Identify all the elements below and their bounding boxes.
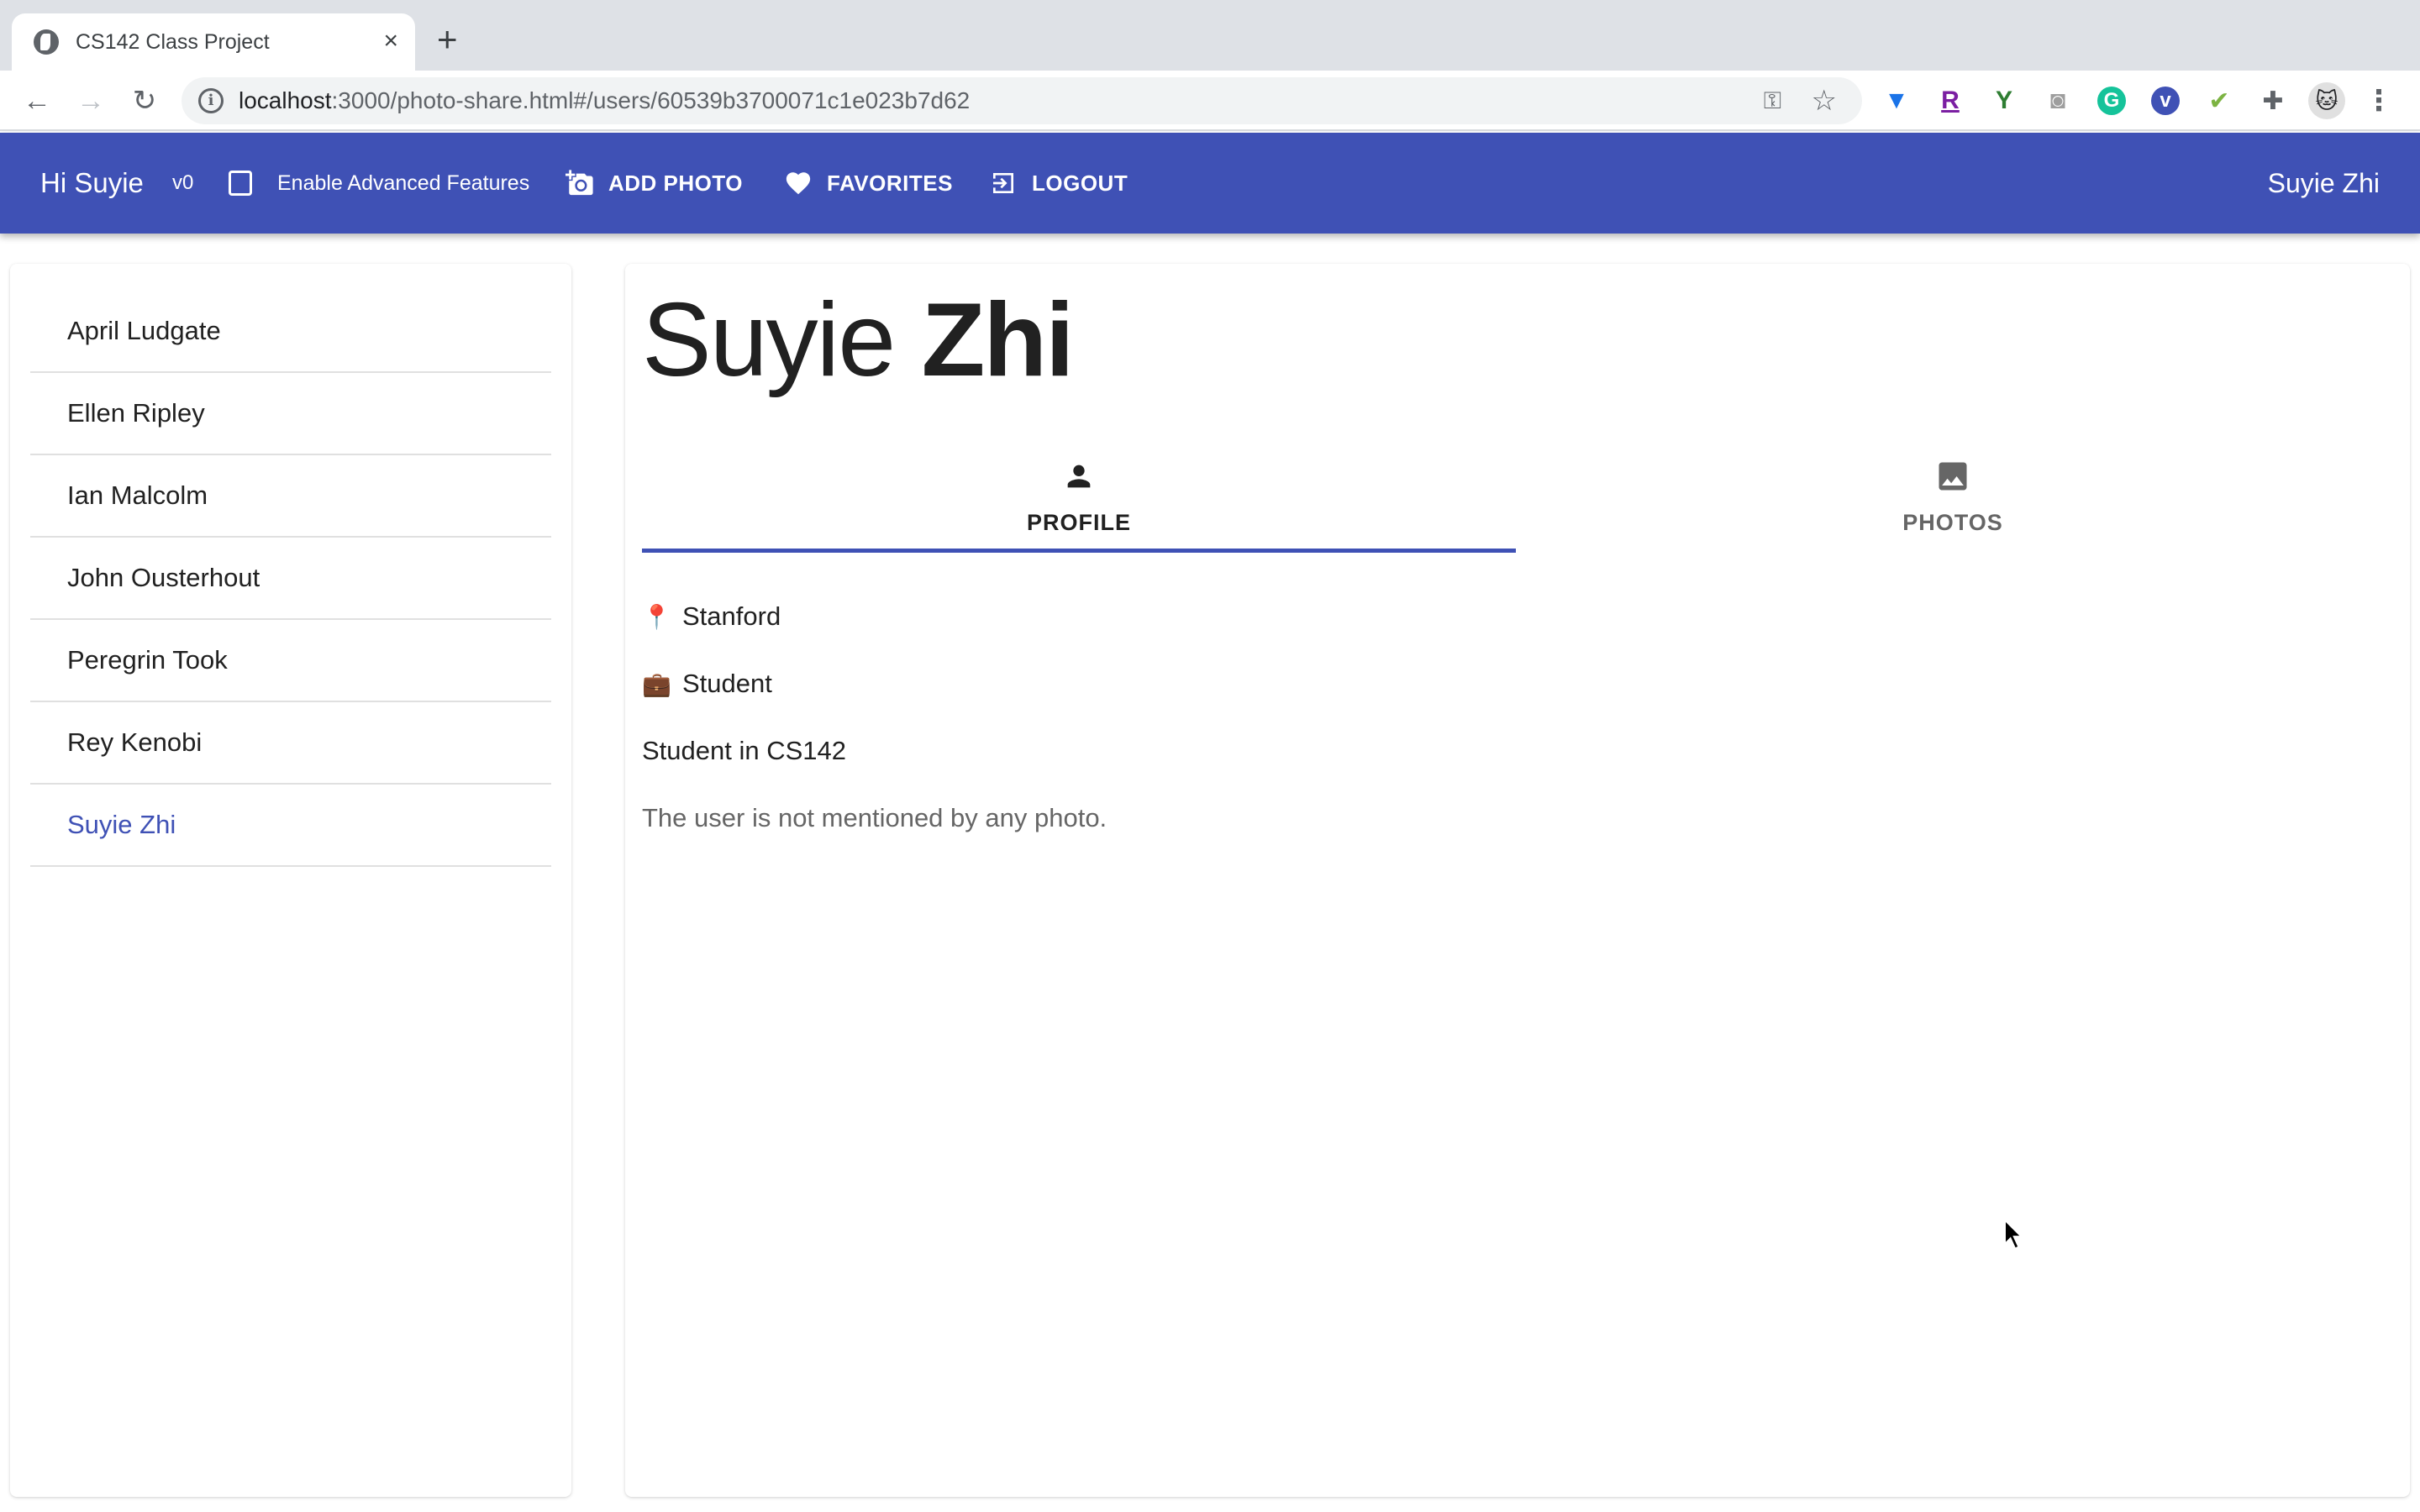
user-name: Rey Kenobi <box>67 727 203 757</box>
add-photo-label: ADD PHOTO <box>608 170 744 196</box>
extension-grammarly-icon[interactable]: G <box>2097 87 2126 115</box>
location-text: Stanford <box>682 601 781 631</box>
reload-button[interactable]: ↻ <box>126 82 163 119</box>
user-name: John Ousterhout <box>67 563 260 592</box>
location-pin-icon: 📍 <box>642 603 671 630</box>
profile-details: 📍 Stanford 💼 Student Student in CS142 Th… <box>642 583 1107 852</box>
user-list-panel: April Ludgate Ellen Ripley Ian Malcolm J… <box>10 264 571 1497</box>
extension-v-icon[interactable]: v <box>2151 87 2180 115</box>
add-photo-icon <box>565 168 595 198</box>
extension-pin-icon[interactable]: ▼ <box>1878 82 1915 119</box>
image-icon <box>1934 458 1971 495</box>
extensions-puzzle-icon[interactable]: ✚ <box>2254 82 2291 119</box>
browser-menu-icon[interactable]: ⋮ <box>2365 82 2393 119</box>
site-info-icon[interactable]: i <box>198 88 224 113</box>
globe-icon <box>34 29 59 55</box>
browser-tab-strip: CS142 Class Project × + <box>0 0 2420 71</box>
extension-hummingbird-icon[interactable]: Y <box>1986 82 2023 119</box>
last-name: Zhi <box>921 282 1075 398</box>
profile-tabs: PROFILE PHOTOS <box>642 440 2390 553</box>
tab-photos[interactable]: PHOTOS <box>1516 440 2390 553</box>
browser-tab[interactable]: CS142 Class Project × <box>12 13 415 71</box>
back-button[interactable]: ← <box>18 82 55 119</box>
extension-camera-icon[interactable]: ◙ <box>2039 82 2076 119</box>
extensions-bar: ▼ R Y ◙ G v ✔ ✚ 🐱 <box>1878 82 2345 119</box>
first-name: Suyie <box>642 282 896 398</box>
close-tab-icon[interactable]: × <box>383 29 398 54</box>
logout-icon <box>988 168 1018 198</box>
url-text[interactable]: localhost:3000/photo-share.html#/users/6… <box>239 87 970 114</box>
location-row: 📍 Stanford <box>642 583 1107 650</box>
browser-toolbar: ← → ↻ i localhost:3000/photo-share.html#… <box>0 71 2420 131</box>
profile-avatar[interactable]: 🐱 <box>2308 82 2345 119</box>
new-tab-button[interactable]: + <box>437 22 458 57</box>
advanced-features-checkbox[interactable] <box>229 171 252 196</box>
page-title: Suyie Zhi <box>642 281 1075 400</box>
user-name: Suyie Zhi <box>67 810 176 839</box>
person-icon <box>1060 458 1097 495</box>
logout-button[interactable]: LOGOUT <box>988 168 1128 198</box>
user-list-item[interactable]: Ian Malcolm <box>30 455 551 538</box>
forward-button[interactable]: → <box>72 82 109 119</box>
url-host: localhost <box>239 87 332 113</box>
description-text: Student in CS142 <box>642 736 847 765</box>
user-list-item[interactable]: Ellen Ripley <box>30 373 551 455</box>
user-list-item[interactable]: Rey Kenobi <box>30 702 551 785</box>
add-photo-button[interactable]: ADD PHOTO <box>565 168 743 198</box>
user-list-item[interactable]: John Ousterhout <box>30 538 551 620</box>
user-list-item[interactable]: April Ludgate <box>30 291 551 373</box>
user-name: Ellen Ripley <box>67 398 205 428</box>
mouse-cursor-icon <box>2003 1218 2024 1251</box>
occupation-row: 💼 Student <box>642 650 1107 717</box>
user-list-item[interactable]: Suyie Zhi <box>30 785 551 867</box>
version-label: v0 <box>172 171 194 194</box>
user-list: April Ludgate Ellen Ripley Ian Malcolm J… <box>30 264 551 867</box>
tab-profile[interactable]: PROFILE <box>642 440 1516 553</box>
user-name: Ian Malcolm <box>67 480 208 510</box>
advanced-features-toggle[interactable]: Enable Advanced Features <box>229 171 529 196</box>
occupation-text: Student <box>682 669 772 698</box>
browser-tab-title: CS142 Class Project <box>76 29 270 54</box>
greeting: Hi Suyie <box>40 167 144 198</box>
advanced-features-label: Enable Advanced Features <box>277 171 530 195</box>
mentions-message: The user is not mentioned by any photo. <box>642 803 1107 832</box>
tab-profile-label: PROFILE <box>1026 509 1131 535</box>
current-user-name: Suyie Zhi <box>2267 167 2380 198</box>
user-list-item[interactable]: Peregrin Took <box>30 620 551 702</box>
briefcase-icon: 💼 <box>642 670 671 697</box>
heart-icon <box>783 168 813 198</box>
user-detail-panel: Suyie Zhi PROFILE PHOTOS 📍 Stanford 💼 St… <box>625 264 2410 1497</box>
app-bar: Hi Suyie v0 Enable Advanced Features ADD… <box>0 133 2420 234</box>
logout-label: LOGOUT <box>1032 170 1128 196</box>
address-bar[interactable]: i localhost:3000/photo-share.html#/users… <box>182 77 1862 124</box>
extension-r-icon[interactable]: R <box>1932 82 1969 119</box>
extension-check-icon[interactable]: ✔ <box>2201 82 2238 119</box>
favorites-button[interactable]: FAVORITES <box>783 168 953 198</box>
tab-photos-label: PHOTOS <box>1902 509 2003 535</box>
url-path: :3000/photo-share.html#/users/60539b3700… <box>331 87 971 113</box>
key-icon[interactable]: ⚿ <box>1764 87 1781 115</box>
bookmark-star-icon[interactable]: ☆ <box>1812 84 1837 118</box>
favorites-label: FAVORITES <box>827 170 953 196</box>
user-name: April Ludgate <box>67 316 221 345</box>
description-row: Student in CS142 <box>642 717 1107 785</box>
user-name: Peregrin Took <box>67 645 228 675</box>
